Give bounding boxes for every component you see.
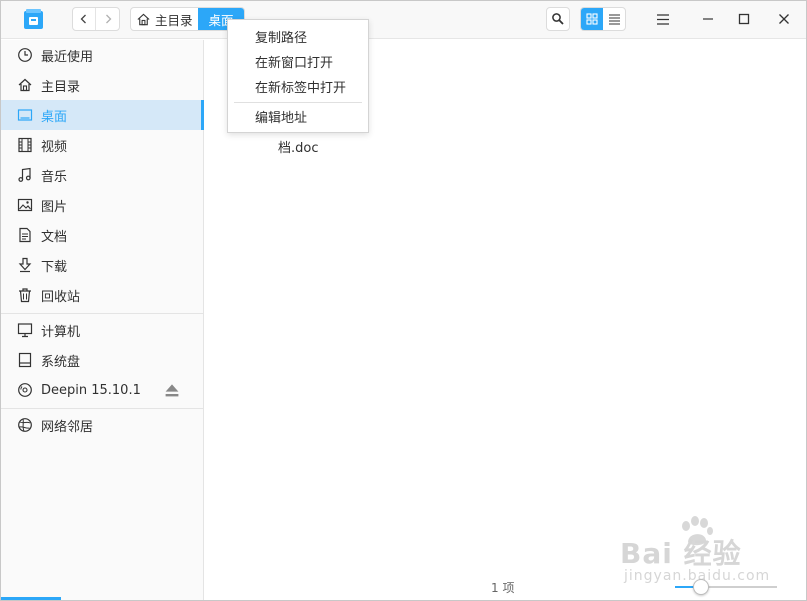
menu-button[interactable]: [651, 7, 675, 31]
navigation-buttons: [72, 7, 120, 31]
maximize-button[interactable]: [732, 7, 756, 31]
minimize-icon: [703, 18, 713, 20]
chevron-right-icon: [105, 14, 111, 24]
list-icon: [608, 14, 620, 25]
sidebar-item-label: 最近使用: [41, 49, 94, 65]
sidebar-item-music[interactable]: 音乐: [1, 160, 204, 190]
sidebar-item-desktop[interactable]: 桌面: [1, 100, 204, 130]
sidebar-item-label: 图片: [41, 199, 68, 215]
status-item-count: 1 项: [491, 581, 515, 595]
sidebar-divider: [1, 313, 204, 314]
menu-divider: [234, 102, 362, 103]
film-icon: [18, 137, 32, 153]
sidebar-item-label: Deepin 15.10.1: [41, 382, 141, 398]
sidebar-item-downloads[interactable]: 下载: [1, 250, 204, 280]
sidebar-item-network[interactable]: 网络邻居: [1, 410, 204, 440]
sidebar-item-label: 视频: [41, 139, 68, 155]
sidebar-item-documents[interactable]: 文档: [1, 220, 204, 250]
breadcrumb-context-menu: 复制路径 在新窗口打开 在新标签中打开 编辑地址: [227, 19, 369, 133]
drive-icon: [18, 352, 32, 368]
network-icon: [18, 418, 32, 432]
breadcrumb-home-label: 主目录: [155, 12, 193, 28]
file-manager-app-icon: [24, 9, 43, 29]
sidebar-item-label: 音乐: [41, 169, 68, 185]
icon-view-button[interactable]: [581, 8, 603, 30]
close-icon: [779, 14, 789, 24]
search-icon: [552, 13, 564, 25]
sidebar-item-pictures[interactable]: 图片: [1, 190, 204, 220]
list-view-button[interactable]: [603, 8, 625, 30]
eject-icon[interactable]: [164, 382, 180, 398]
hamburger-menu-icon: [657, 13, 669, 25]
desktop-icon: [17, 109, 33, 121]
home-icon: [137, 13, 150, 25]
music-note-icon: [18, 167, 31, 182]
document-icon: [19, 227, 31, 243]
sidebar-item-label: 主目录: [41, 79, 81, 95]
monitor-icon: [17, 323, 33, 338]
maximize-icon: [738, 13, 750, 25]
grid-icon: [586, 13, 598, 25]
download-arrow-icon: [18, 257, 32, 273]
sidebar-divider: [1, 408, 204, 409]
home-icon: [18, 78, 32, 92]
forward-button[interactable]: [96, 8, 119, 30]
chevron-left-icon: [80, 14, 86, 24]
sidebar-item-home[interactable]: 主目录: [1, 70, 204, 100]
breadcrumb-home[interactable]: 主目录: [131, 8, 198, 30]
menu-item-open-new-window[interactable]: 在新窗口打开: [228, 49, 368, 74]
menu-item-edit-address[interactable]: 编辑地址: [228, 104, 368, 129]
sidebar-item-trash[interactable]: 回收站: [1, 280, 204, 310]
sidebar-item-label: 回收站: [41, 289, 81, 305]
sidebar-item-recent[interactable]: 最近使用: [1, 40, 204, 70]
sidebar: 最近使用 主目录 桌面 视频 音乐 图片 文档 下载 回收站 计算机 系统盘 D…: [1, 40, 204, 600]
sidebar-item-label: 网络邻居: [41, 419, 94, 435]
titlebar: 主目录 桌面: [1, 1, 806, 39]
picture-icon: [17, 198, 33, 212]
sidebar-item-deepin-disc[interactable]: Deepin 15.10.1: [1, 375, 204, 405]
watermark-text: Bai 经验: [620, 537, 742, 570]
menu-item-copy-path[interactable]: 复制路径: [228, 24, 368, 49]
file-manager-window: 主目录 桌面 最近使用 主目录 桌面 视频 音乐 图片 文档 下载 回收站 计算…: [0, 0, 807, 601]
watermark: Bai 经验 jingyan.baidu.com: [620, 516, 780, 586]
sidebar-item-label: 下载: [41, 259, 68, 275]
sidebar-item-videos[interactable]: 视频: [1, 130, 204, 160]
sidebar-item-computer[interactable]: 计算机: [1, 315, 204, 345]
zoom-slider[interactable]: [675, 579, 777, 595]
zoom-slider-handle[interactable]: [692, 579, 709, 595]
close-button[interactable]: [772, 7, 796, 31]
file-name-label[interactable]: 档.doc: [278, 137, 319, 156]
clock-icon: [18, 48, 32, 62]
view-mode-toggle: [580, 7, 626, 31]
taskbar-indicator: [1, 597, 61, 600]
search-button[interactable]: [546, 7, 570, 31]
disc-icon: [18, 383, 32, 397]
back-button[interactable]: [73, 8, 97, 30]
sidebar-item-label: 文档: [41, 229, 68, 245]
trash-icon: [19, 288, 31, 303]
sidebar-item-system-disk[interactable]: 系统盘: [1, 345, 204, 375]
sidebar-item-label: 系统盘: [41, 354, 81, 370]
menu-item-open-new-tab[interactable]: 在新标签中打开: [228, 74, 368, 99]
sidebar-item-label: 计算机: [41, 324, 81, 340]
sidebar-item-label: 桌面: [41, 109, 68, 125]
minimize-button[interactable]: [696, 7, 720, 31]
